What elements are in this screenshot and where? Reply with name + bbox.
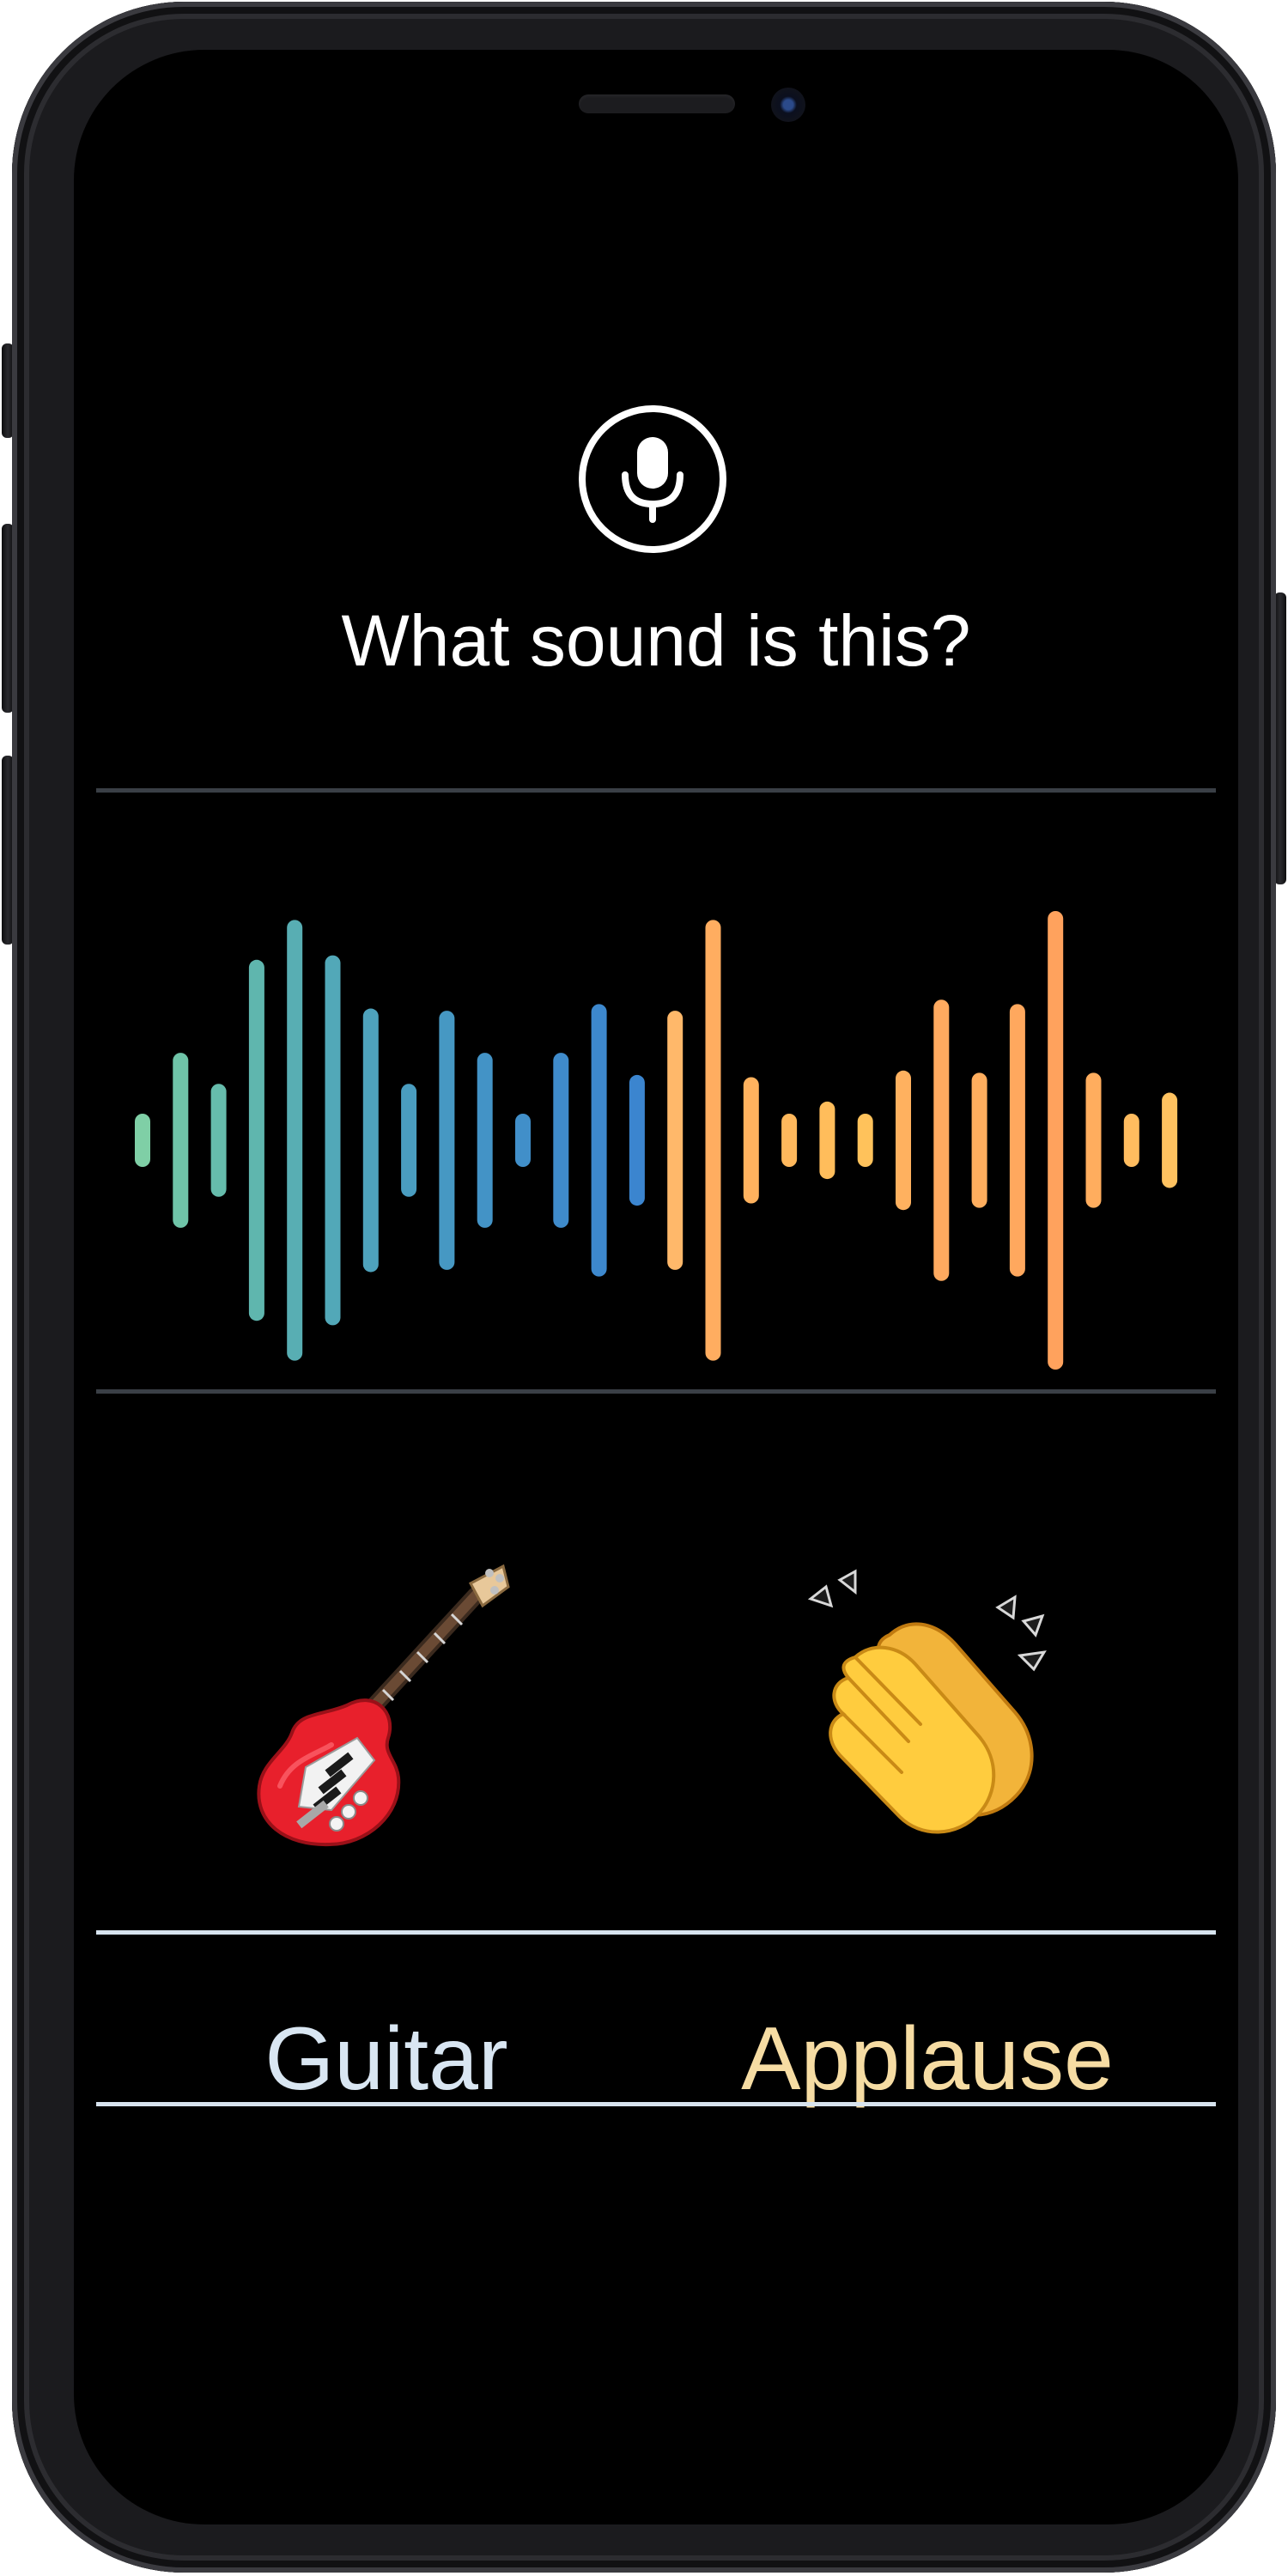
phone-body: What sound is this? Guitar Applause <box>12 2 1276 2573</box>
clapping-hands-icon <box>807 1569 1047 1834</box>
guitar-label[interactable]: Guitar <box>129 2008 644 2111</box>
sound-waveform <box>135 911 1178 1370</box>
front-camera <box>771 88 805 122</box>
microphone-icon <box>622 437 683 523</box>
guitar-option[interactable] <box>246 1561 520 1870</box>
divider-middle <box>96 1389 1216 1394</box>
power-button <box>1274 592 1286 884</box>
divider-labels-bottom <box>96 2102 1216 2106</box>
question-text: What sound is this? <box>341 600 971 681</box>
applause-label[interactable]: Applause <box>670 2008 1185 2111</box>
earpiece-speaker <box>579 94 735 113</box>
divider-labels-top <box>96 1930 1216 1935</box>
divider-top <box>96 788 1216 793</box>
device-frame: What sound is this? Guitar Applause <box>0 0 1288 2576</box>
guitar-icon <box>257 1564 510 1847</box>
applause-option[interactable] <box>795 1561 1070 1870</box>
microphone-button[interactable] <box>579 405 726 553</box>
screen: What sound is this? Guitar Applause <box>74 50 1238 2524</box>
